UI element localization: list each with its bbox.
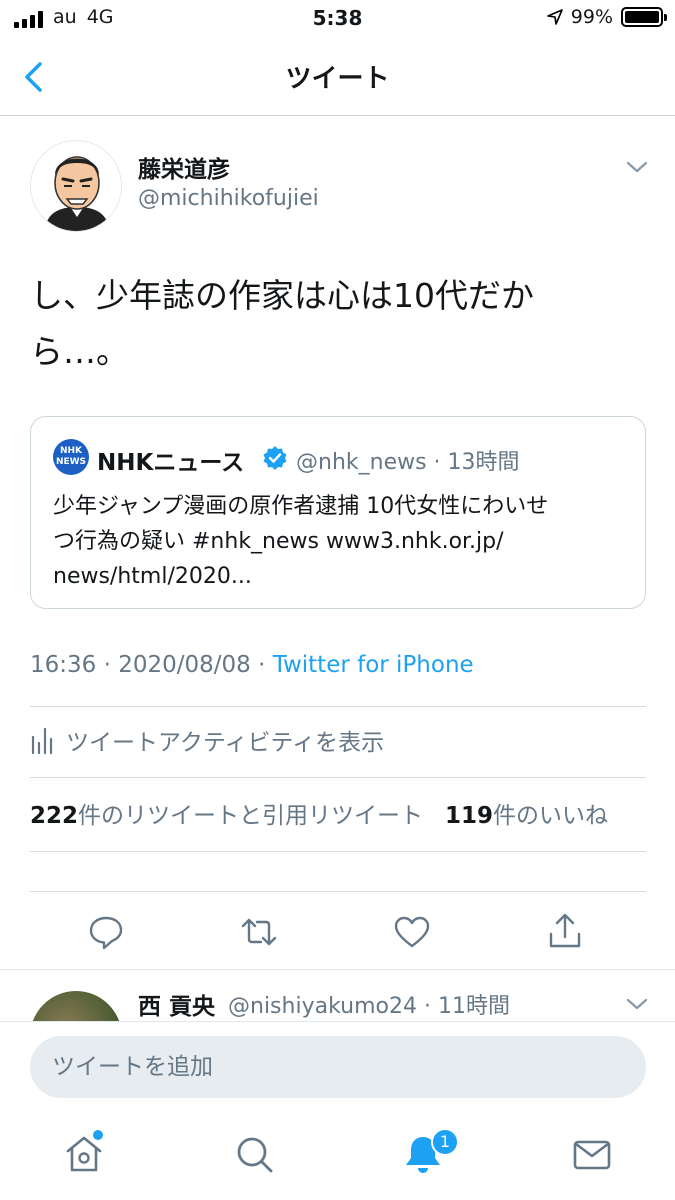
status-right: 99% [546, 6, 667, 28]
like-label: 件のいいね [492, 803, 608, 829]
like-stat[interactable]: 119件のいいね [445, 803, 608, 829]
divider [30, 851, 646, 852]
mail-icon [573, 1140, 611, 1170]
divider [30, 891, 646, 892]
quoted-text-line: 少年ジャンプ漫画の原作者逮捕 10代女性にわいせ [53, 494, 549, 519]
tweet-meta: 16:36 · 2020/08/08 · Twitter for iPhone [30, 652, 474, 678]
quoted-text-line: news/html/2020... [53, 564, 252, 589]
add-tweet-input[interactable] [30, 1036, 646, 1098]
nav-bar: ツイート [0, 40, 675, 116]
tweet-source-link[interactable]: Twitter for iPhone [273, 652, 474, 678]
tweet-stats: 222件のリツイートと引用リツイート 119件のいいね [30, 796, 608, 830]
reply-tweet[interactable]: 西 貢央 @nishiyakumo24 · 11時間 [0, 969, 675, 1021]
tab-search[interactable] [232, 1132, 276, 1176]
reply-author-name[interactable]: 西 貢央 [138, 987, 215, 1021]
tweet-text-line: し、少年誌の作家は心は10代だか [30, 276, 534, 315]
reply-author-avatar[interactable] [30, 991, 122, 1021]
author-name[interactable]: 藤栄道彦 [138, 150, 230, 184]
quoted-tweet-card[interactable]: NHK NEWS NHKニュース @nhk_news · 13時間 少年ジャンプ… [30, 416, 646, 609]
share-button[interactable] [545, 912, 585, 952]
retweet-count: 222 [30, 803, 79, 829]
retweet-icon [241, 918, 277, 946]
location-arrow-icon [546, 9, 563, 25]
chevron-down-icon [626, 998, 648, 1010]
activity-label: ツイートアクティビティを表示 [66, 730, 385, 756]
divider [30, 706, 646, 707]
status-bar: au 4G 5:38 99% [0, 0, 675, 40]
tweet-text: し、少年誌の作家は心は10代だか ら…。 [30, 268, 650, 380]
quoted-handle-time: @nhk_news · 13時間 [296, 450, 520, 475]
divider [30, 777, 646, 778]
logo-text: NEWS [55, 457, 87, 467]
analytics-icon [31, 727, 53, 755]
battery-icon [621, 7, 667, 27]
retweet-button[interactable] [239, 912, 279, 952]
quoted-author-name: NHKニュース [97, 450, 245, 476]
like-button[interactable] [392, 912, 432, 952]
compose-divider [0, 1021, 675, 1022]
search-icon [237, 1137, 273, 1173]
heart-icon [394, 916, 430, 948]
battery-percent: 99% [570, 6, 613, 28]
share-icon [549, 913, 581, 948]
tweet-timestamp: 16:36 · 2020/08/08 · [30, 652, 273, 678]
reply-menu-button[interactable] [622, 989, 652, 1019]
nhk-news-logo: NHK NEWS [53, 439, 89, 475]
page-title: ツイート [285, 64, 390, 94]
battery-fill [625, 11, 659, 23]
like-count: 119 [444, 803, 493, 829]
quoted-tweet-text: 少年ジャンプ漫画の原作者逮捕 10代女性にわいせ つ行為の疑い #nhk_new… [53, 489, 633, 594]
quoted-text-line: つ行為の疑い #nhk_news www3.nhk.or.jp/ [53, 529, 504, 554]
notification-badge: 1 [431, 1128, 459, 1156]
verified-badge-icon [263, 446, 287, 470]
author-avatar[interactable] [30, 140, 122, 232]
reply-button[interactable] [86, 912, 126, 952]
reply-icon [89, 916, 123, 950]
reply-handle-time: @nishiyakumo24 · 11時間 [228, 994, 510, 1019]
tweet-activity-button[interactable]: ツイートアクティビティを表示 [30, 720, 384, 760]
tab-messages[interactable] [570, 1132, 614, 1176]
chevron-down-icon [626, 161, 648, 173]
tweet-text-line: ら…。 [30, 332, 129, 371]
avatar-illustration [31, 141, 121, 231]
retweet-label: 件のリツイートと引用リツイート [78, 803, 424, 829]
tweet-menu-button[interactable] [622, 152, 652, 182]
author-handle[interactable]: @michihikofujiei [138, 186, 319, 211]
retweet-stat[interactable]: 222件のリツイートと引用リツイート [30, 803, 423, 829]
logo-text: NHK [59, 446, 83, 456]
home-unread-dot [93, 1130, 103, 1140]
